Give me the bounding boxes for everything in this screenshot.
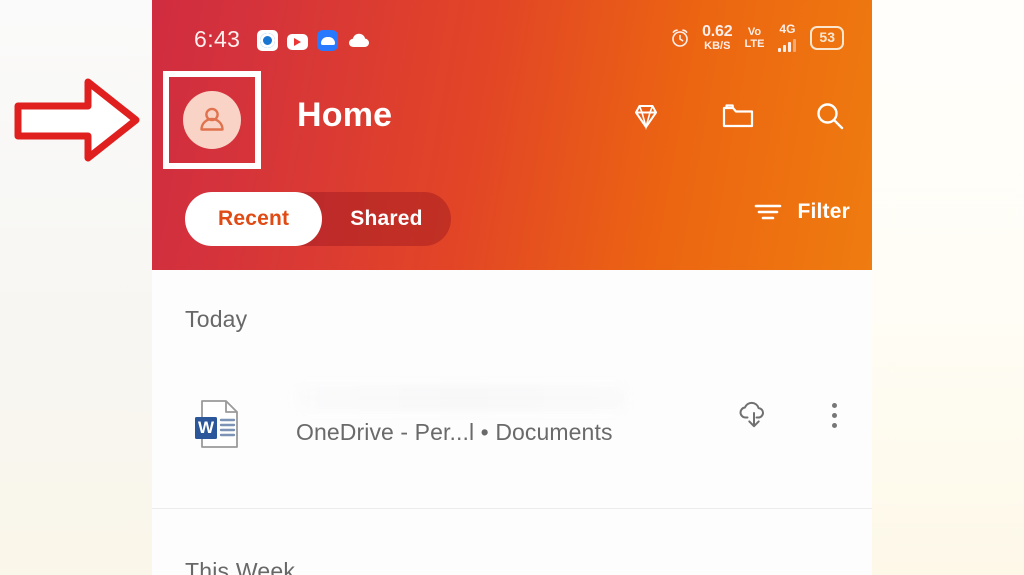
tabs-row: Recent Shared Filter [152,192,872,254]
diamond-icon[interactable] [626,96,666,136]
alarm-clock-icon [670,28,690,48]
file-subtitle: OneDrive - Per...l • Documents [296,419,613,445]
notification-icons [257,30,371,51]
network-type-label: 4G [779,21,796,36]
search-icon[interactable] [810,96,850,136]
file-name-redacted [296,385,626,411]
app-header: 6:43 0.62 KB/S Vo LTE 4G 53 Home Recent … [152,0,872,270]
status-right-group: 0.62 KB/S Vo LTE 4G 53 [670,21,844,52]
content-area: Today W OneDrive - Per...l • Documents T… [152,270,872,575]
tab-shared[interactable]: Shared [322,192,450,246]
signal-bars-icon: 4G [776,21,797,52]
page-title: Home [297,96,393,134]
tab-recent[interactable]: Recent [185,192,323,246]
signal-bars [778,38,797,52]
backdrop-left [0,0,152,575]
status-bar: 6:43 0.62 KB/S Vo LTE 4G 53 [152,0,872,66]
blue-disc-app-icon [257,30,278,51]
backdrop-right [872,0,1024,575]
section-header-this-week: This Week [185,558,296,575]
folder-icon[interactable] [718,96,758,136]
header-actions [626,96,850,136]
svg-text:W: W [198,418,215,437]
volte-line1: Vo [747,25,762,38]
network-speed-unit: KB/S [704,40,731,52]
row-actions [736,397,852,433]
volte-line2: LTE [744,37,765,50]
battery-indicator: 53 [810,26,844,50]
section-header-today: Today [185,306,248,332]
network-speed-value: 0.62 [702,23,733,40]
android-app-icon [317,30,338,51]
filter-icon [753,200,783,224]
filter-label: Filter [797,200,850,223]
title-row: Home [152,71,872,169]
phone-screenshot: 6:43 0.62 KB/S Vo LTE 4G 53 Home Recent … [152,0,872,575]
cloud-download-icon[interactable] [736,397,772,433]
kebab-dots [831,402,837,428]
volte-indicator: Vo LTE [744,25,765,50]
page-root: 6:43 0.62 KB/S Vo LTE 4G 53 Home Recent … [0,0,1024,575]
network-speed: 0.62 KB/S [702,23,733,52]
word-document-icon: W [188,393,250,455]
status-time: 6:43 [194,26,241,52]
list-divider [152,508,872,509]
more-vertical-icon[interactable] [816,397,852,433]
cloud-icon [347,30,371,51]
filter-button[interactable]: Filter [753,200,850,224]
list-item[interactable]: W OneDrive - Per...l • Documents [152,373,872,469]
segmented-tabs: Recent Shared [185,192,451,246]
youtube-icon [287,33,308,50]
account-avatar-icon[interactable] [183,91,241,149]
